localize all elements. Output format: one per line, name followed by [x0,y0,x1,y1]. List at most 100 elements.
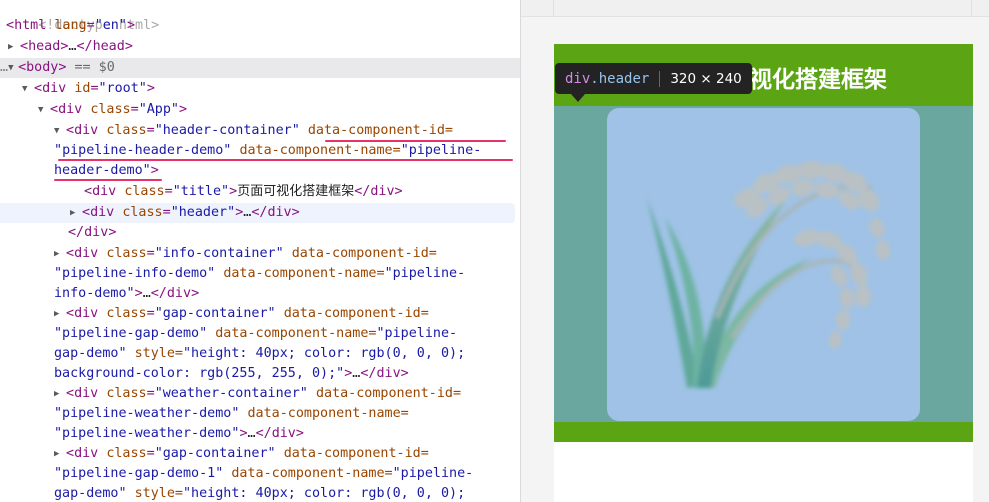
expand-triangle-icon[interactable]: ▶ [54,444,66,464]
attr-name-component-name: data-component-name= [223,266,385,281]
attr-name-style: style= [134,346,183,361]
attr-name-component-id: data-component-id= [291,246,437,261]
tree-node-header-container-cont-1[interactable]: "pipeline-header-demo" data-component-na… [0,141,520,161]
highlight-underline [325,140,506,142]
expand-triangle-icon[interactable]: ▶ [70,203,82,223]
element-inspect-tooltip: div .header 320 × 240 [555,63,752,94]
tree-node-weather-container-cont-2[interactable]: "pipeline-weather-demo">…</div> [0,424,520,444]
attr-name-component-name: data-component-name= [231,466,393,481]
tag-name: head [28,39,61,54]
attr-name-component-id: data-component-id= [283,306,429,321]
attr-value: "gap-container" [154,446,276,461]
tree-node-head[interactable]: ▶ <head>…</head> [0,37,520,57]
attr-name-component-name: data-component-name= [239,143,401,158]
tree-node-body-selected[interactable]: …▼ <body> == $0 [0,58,520,78]
collapsed-dots[interactable]: … [248,426,256,441]
app-frame: 页面可视化搭建框架 [554,44,973,502]
attr-value-component-name: "pipeline- [376,326,458,341]
collapse-triangle-icon[interactable]: ▼ [8,58,18,78]
tree-node-gap-container-cont-3[interactable]: background-color: rgb(255, 255, 0);">…</… [0,364,520,384]
attr-value-component-id: "pipeline-info-demo" [54,266,216,281]
attr-value-quote: " [54,143,63,158]
tag-name: div [90,205,115,220]
attr-name-component-id: data-component-id= [283,446,429,461]
tree-node-info-container[interactable]: ▶ <div class="info-container" data-compon… [0,244,520,264]
attr-value: "App" [138,102,179,117]
tag-name-close: div [84,225,109,240]
tree-node-header-container[interactable]: ▼ <div class="header-container" data-comp… [0,121,520,141]
tag-name-close: div [166,286,192,301]
attr-value: "title" [172,184,230,199]
toolbar-cell [521,0,554,17]
elements-dom-tree[interactable]: <!doctype html> <html lang="en"> ▶ <head>… [0,0,520,502]
attr-name: class [122,205,163,220]
tag-name: div [74,306,99,321]
attr-name: class [106,246,147,261]
attr-value-component-id: pipeline-header-demo" [62,143,232,158]
attr-name: class [106,446,147,461]
tag-name-close: div [376,366,401,381]
tree-node-doctype[interactable]: <!doctype html> [0,0,520,33]
expand-triangle-icon[interactable]: ▶ [54,244,66,264]
attr-name: class [106,386,147,401]
expand-triangle-icon[interactable]: ▶ [54,384,66,404]
tree-node-app[interactable]: ▼ <div class="App"> [0,100,520,120]
tag-name: html [14,18,47,33]
header-container: 页面可视化搭建框架 [554,44,973,442]
console-ref: == $0 [74,60,115,75]
attr-value-style: "height: 40px; color: rgb(0, 0, 0); [183,486,466,501]
attr-value-style-cont: background-color: rgb(255, 255, 0);" [54,366,345,381]
attr-value: "root" [98,81,147,96]
attr-name: id [74,81,91,96]
highlight-underline [54,179,162,181]
tag-name: div [42,81,67,96]
attr-value-component-name: "pipeline- [392,466,474,481]
tree-node-weather-container-cont-1[interactable]: "pipeline-weather-demo" data-component-n… [0,404,520,424]
attr-value: "info-container" [154,246,284,261]
tree-node-gap-container-1-cont-1[interactable]: "pipeline-gap-demo-1" data-component-nam… [0,464,520,484]
attr-value-component-name-cont: info-demo" [54,286,135,301]
tooltip-dimensions: 320 × 240 [670,70,742,87]
tree-node-info-container-cont-1[interactable]: "pipeline-info-demo" data-component-name… [0,264,520,284]
tag-name: div [58,102,83,117]
collapse-triangle-icon[interactable]: ▼ [22,79,34,99]
tree-node-gap-container-cont-1[interactable]: "pipeline-gap-demo" data-component-name=… [0,324,520,344]
tree-node-close-div[interactable]: </div> [0,223,520,243]
attr-name: class [106,123,147,138]
highlight-underline [58,159,513,161]
header-highlight-overlay [554,106,973,422]
tree-node-info-container-cont-2[interactable]: info-demo">…</div> [0,284,520,304]
toolbar-cell [554,0,972,17]
tree-node-root[interactable]: ▼ <div id="root"> [0,79,520,99]
tree-node-weather-container[interactable]: ▶ <div class="weather-container" data-com… [0,384,520,404]
tree-node-gap-container-1-cont-2[interactable]: gap-demo" style="height: 40px; color: rg… [0,484,520,502]
tag-name-close: div [267,205,292,220]
attr-value-style: "height: 40px; color: rgb(0, 0, 0); [183,346,466,361]
tree-node-header-hovered[interactable]: ▶ <div class="header">…</div> [0,203,515,223]
tag-name: div [74,123,99,138]
tree-node-gap-container-cont-2[interactable]: gap-demo" style="height: 40px; color: rg… [0,344,520,364]
tag-name: div [74,446,99,461]
tree-node-header-container-cont-2[interactable]: header-demo"> [0,161,520,181]
tag-name: div [92,184,117,199]
attr-value: "weather-container" [154,386,308,401]
attr-name: class [106,306,147,321]
tag-name: div [74,246,99,261]
attr-value: "header" [170,205,236,220]
tag-name: body [26,60,59,75]
expand-triangle-icon[interactable]: ▶ [8,37,20,57]
collapsed-dots[interactable]: … [143,286,151,301]
tree-node-gap-container-1[interactable]: ▶ <div class="gap-container" data-compone… [0,444,520,464]
tag-name-close: head [92,39,125,54]
collapse-triangle-icon[interactable]: ▼ [54,121,66,141]
tree-node-html[interactable]: <html lang="en"> [0,16,520,36]
attr-name-component-id: data-component-id= [315,386,462,401]
attr-name: lang [54,18,87,33]
tree-node-gap-container[interactable]: ▶ <div class="gap-container" data-compone… [0,304,520,324]
tag-name-close: div [271,426,296,441]
attr-value-component-id: "pipeline-weather-demo" [54,406,240,421]
expand-triangle-icon[interactable]: ▶ [54,304,66,324]
tree-node-title[interactable]: <div class="title">页面可视化搭建框架</div> [0,182,520,202]
attr-name-style: style= [134,486,183,501]
collapse-triangle-icon[interactable]: ▼ [38,100,50,120]
